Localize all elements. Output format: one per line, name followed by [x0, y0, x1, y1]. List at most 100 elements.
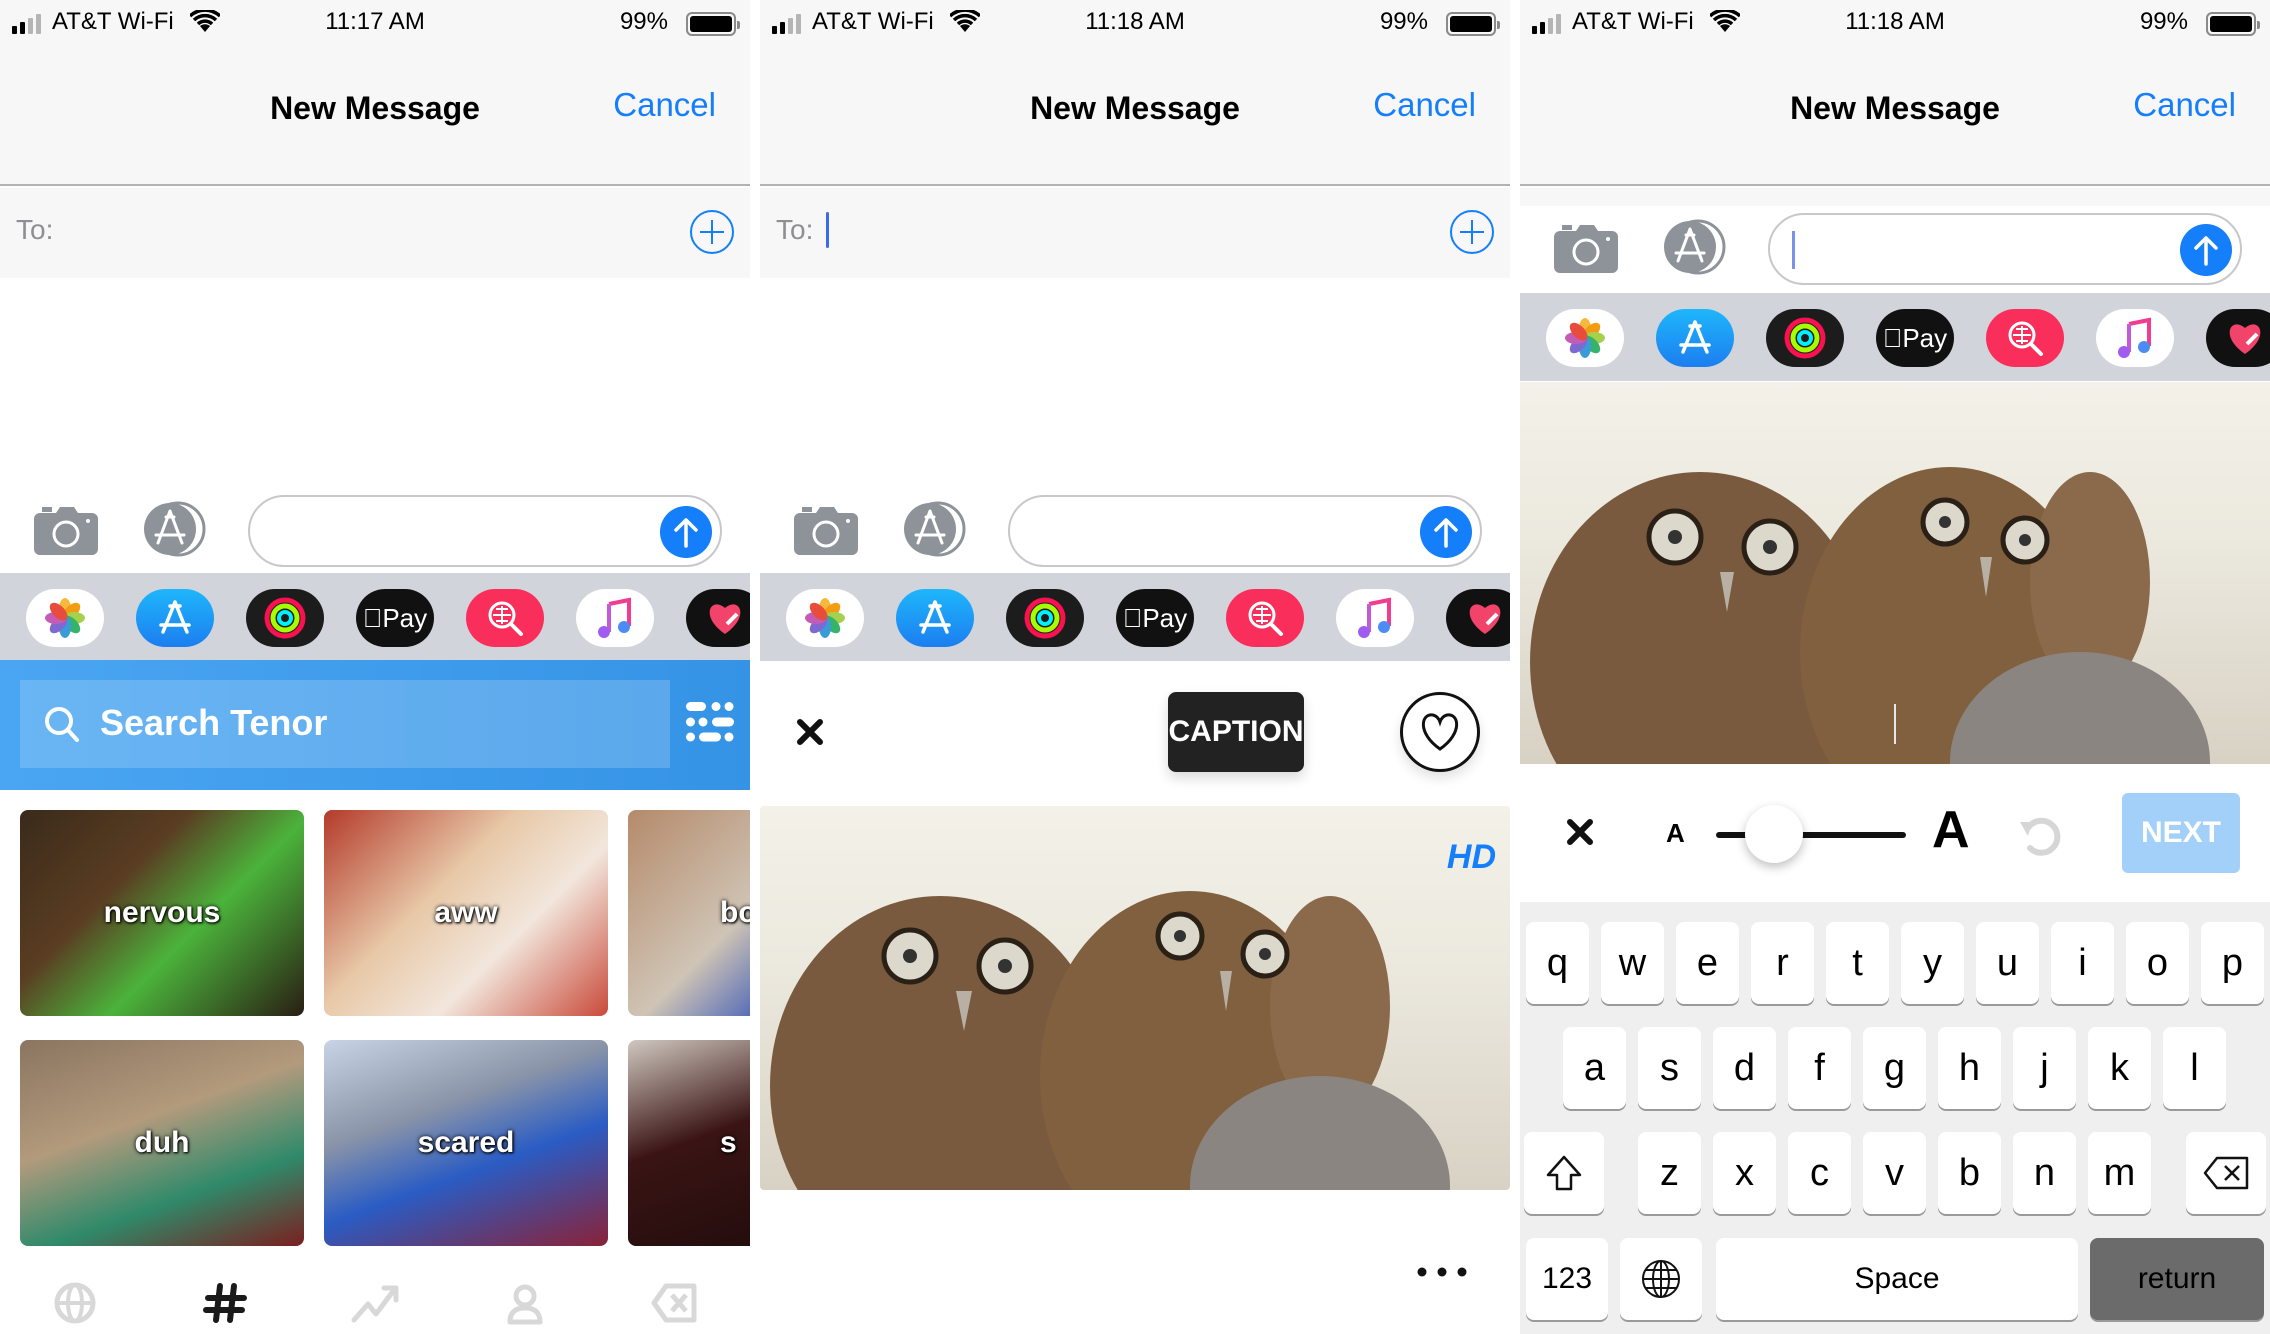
key-i[interactable]: i	[2051, 922, 2114, 1004]
return-key[interactable]: return	[2090, 1238, 2264, 1320]
send-button[interactable]	[1420, 506, 1472, 558]
key-l[interactable]: l	[2163, 1027, 2226, 1109]
key-w[interactable]: w	[1601, 922, 1664, 1004]
key-z[interactable]: z	[1638, 1132, 1701, 1214]
gif-preview-image[interactable]: HD	[760, 806, 1510, 1190]
activity-app-icon[interactable]	[246, 589, 324, 647]
heart-app-icon[interactable]	[1446, 589, 1510, 647]
to-label: To:	[776, 214, 814, 245]
camera-icon[interactable]	[34, 505, 98, 555]
key-g[interactable]: g	[1863, 1027, 1926, 1109]
camera-icon[interactable]	[1554, 223, 1618, 273]
space-key[interactable]: Space	[1716, 1238, 2078, 1320]
heart-app-icon[interactable]	[686, 589, 750, 647]
music-app-icon[interactable]	[1336, 589, 1414, 647]
to-field[interactable]: To:	[0, 188, 750, 278]
image-search-app-icon[interactable]	[1986, 309, 2064, 367]
add-contact-button[interactable]	[1450, 210, 1494, 254]
gif-tile-partial-1[interactable]: bo	[628, 810, 750, 1016]
cancel-button[interactable]: Cancel	[1373, 86, 1476, 124]
camera-icon[interactable]	[794, 505, 858, 555]
backspace-key[interactable]	[2186, 1132, 2266, 1214]
key-n[interactable]: n	[2013, 1132, 2076, 1214]
key-a[interactable]: a	[1563, 1027, 1626, 1109]
key-p[interactable]: p	[2201, 922, 2264, 1004]
to-field[interactable]: To:	[760, 188, 1510, 278]
music-app-icon[interactable]	[2096, 309, 2174, 367]
cancel-button[interactable]: Cancel	[613, 86, 716, 124]
more-options-icon[interactable]	[1412, 1262, 1472, 1282]
gif-caption-canvas[interactable]	[1520, 382, 2270, 764]
panel-gif-preview: AT&T Wi-Fi 11:18 AM 99% New Message Canc…	[760, 0, 1510, 1334]
send-button[interactable]	[2180, 224, 2232, 276]
photos-app-icon[interactable]	[26, 589, 104, 647]
globe-tab-icon[interactable]	[48, 1276, 102, 1330]
apple-pay-app-icon[interactable]: Pay	[1876, 309, 1954, 367]
music-app-icon[interactable]	[576, 589, 654, 647]
close-preview-button[interactable]	[790, 712, 830, 752]
key-r[interactable]: r	[1751, 922, 1814, 1004]
numbers-key[interactable]: 123	[1526, 1238, 1608, 1320]
key-e[interactable]: e	[1676, 922, 1739, 1004]
shift-key[interactable]	[1524, 1132, 1604, 1214]
key-t[interactable]: t	[1826, 922, 1889, 1004]
photos-app-icon[interactable]	[1546, 309, 1624, 367]
globe-key[interactable]	[1620, 1238, 1702, 1320]
activity-app-icon[interactable]	[1006, 589, 1084, 647]
profile-tab-icon[interactable]	[498, 1276, 552, 1330]
caption-button[interactable]: CAPTION	[1168, 692, 1304, 772]
key-y[interactable]: y	[1901, 922, 1964, 1004]
add-contact-button[interactable]	[690, 210, 734, 254]
app-store-app-icon[interactable]	[136, 589, 214, 647]
gif-tile-nervous[interactable]: nervous	[20, 810, 304, 1016]
apps-icon[interactable]	[140, 501, 210, 557]
apps-icon[interactable]	[900, 501, 970, 557]
key-s[interactable]: s	[1638, 1027, 1701, 1109]
gif-tile-partial-2[interactable]: s	[628, 1040, 750, 1246]
activity-app-icon[interactable]	[1766, 309, 1844, 367]
favorite-button[interactable]	[1400, 692, 1480, 772]
key-b[interactable]: b	[1938, 1132, 2001, 1214]
apple-pay-app-icon[interactable]: Pay	[1116, 589, 1194, 647]
app-store-app-icon[interactable]	[896, 589, 974, 647]
tenor-search-input[interactable]: Search Tenor	[20, 680, 670, 768]
delete-tab-icon[interactable]	[648, 1276, 702, 1330]
key-o[interactable]: o	[2126, 922, 2189, 1004]
status-bar: AT&T Wi-Fi 11:17 AM 99%	[0, 6, 750, 40]
message-input[interactable]	[248, 495, 722, 567]
key-f[interactable]: f	[1788, 1027, 1851, 1109]
key-h[interactable]: h	[1938, 1027, 2001, 1109]
message-input[interactable]	[1008, 495, 1482, 567]
key-u[interactable]: u	[1976, 922, 2039, 1004]
apps-icon[interactable]	[1660, 219, 1730, 275]
cancel-button[interactable]: Cancel	[2133, 86, 2236, 124]
trending-tab-icon[interactable]	[348, 1276, 402, 1330]
photos-app-icon[interactable]	[786, 589, 864, 647]
key-m[interactable]: m	[2088, 1132, 2151, 1214]
app-store-app-icon[interactable]	[1656, 309, 1734, 367]
image-search-app-icon[interactable]	[1226, 589, 1304, 647]
key-k[interactable]: k	[2088, 1027, 2151, 1109]
panel-caption-editor: AT&T Wi-Fi 11:18 AM 99% New Message Canc…	[1520, 0, 2270, 1334]
gif-tile-scared[interactable]: scared	[324, 1040, 608, 1246]
key-c[interactable]: c	[1788, 1132, 1851, 1214]
close-caption-button[interactable]	[1560, 812, 1600, 852]
send-button[interactable]	[660, 506, 712, 558]
key-v[interactable]: v	[1863, 1132, 1926, 1214]
hashtag-tab-icon[interactable]	[198, 1276, 252, 1330]
next-button[interactable]: NEXT	[2122, 793, 2240, 873]
apple-pay-app-icon[interactable]: Pay	[356, 589, 434, 647]
key-x[interactable]: x	[1713, 1132, 1776, 1214]
key-q[interactable]: q	[1526, 922, 1589, 1004]
heart-app-icon[interactable]	[2206, 309, 2270, 367]
image-search-app-icon[interactable]	[466, 589, 544, 647]
message-input[interactable]	[1768, 213, 2242, 285]
gif-tile-aww[interactable]: aww	[324, 810, 608, 1016]
key-j[interactable]: j	[2013, 1027, 2076, 1109]
gif-tile-duh[interactable]: duh	[20, 1040, 304, 1246]
key-d[interactable]: d	[1713, 1027, 1776, 1109]
text-size-slider-thumb[interactable]	[1744, 805, 1803, 863]
keyboard-toggle-icon[interactable]	[686, 702, 734, 744]
keyboard: qwertyuiop asdfghjkl zxcvbnm 123 Space ret…	[1520, 902, 2270, 1334]
undo-icon[interactable]	[2016, 812, 2064, 860]
